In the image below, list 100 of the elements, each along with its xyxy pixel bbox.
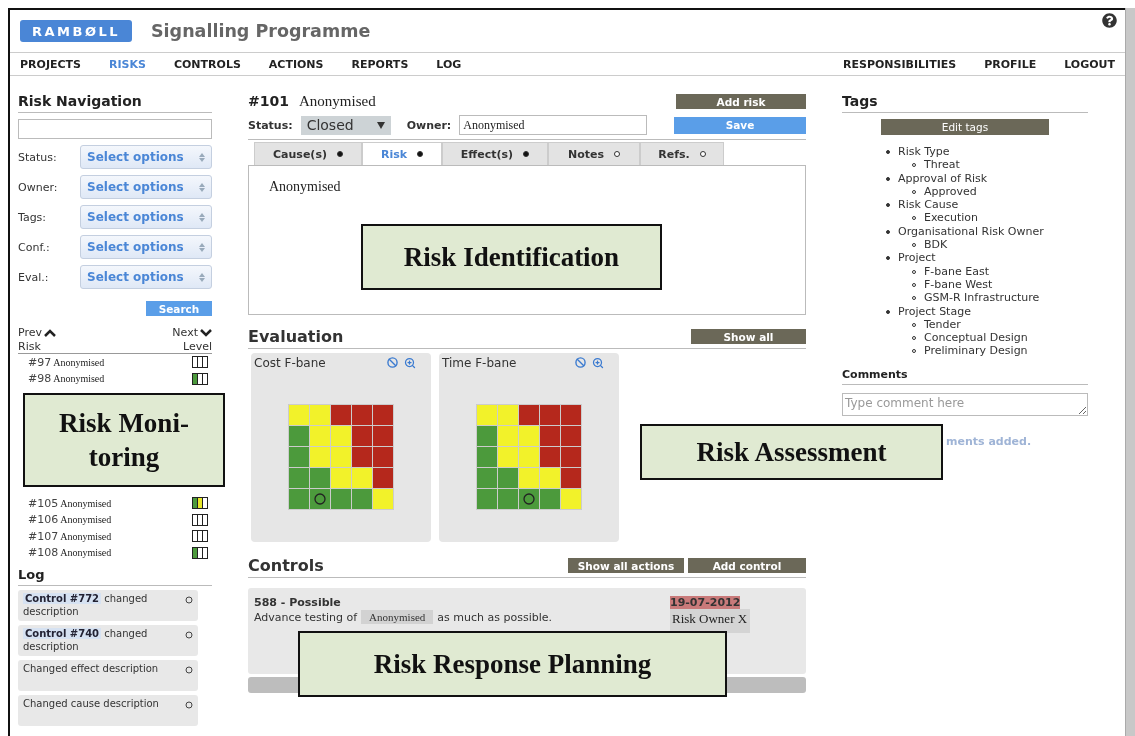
caret-icon xyxy=(376,121,385,129)
add-risk-button[interactable]: Add risk xyxy=(676,94,806,109)
owner-label: Risk Owner X xyxy=(670,609,750,633)
circle-icon xyxy=(185,666,193,674)
app-title: Signalling Programme xyxy=(151,21,371,41)
edit-tags-button[interactable]: Edit tags xyxy=(881,119,1049,135)
tab[interactable]: Refs. xyxy=(640,142,724,165)
chevron-up-icon xyxy=(44,328,56,337)
tag-value: Tender xyxy=(924,317,961,331)
comments-note: ments added. xyxy=(946,434,1033,448)
tag-group: Project Stage xyxy=(898,304,971,318)
circle-icon xyxy=(185,596,193,604)
tag-value: Approved xyxy=(924,184,977,198)
level-icon xyxy=(192,546,208,559)
tag-value: Execution xyxy=(924,211,978,225)
tag-value: GSM-R Infrastructure xyxy=(924,291,1040,305)
risk-link[interactable]: #107 Anonymised xyxy=(28,529,112,543)
show-all-button[interactable]: Show all xyxy=(691,329,806,344)
tab[interactable]: Cause(s) xyxy=(254,142,362,165)
tag-value: BDK xyxy=(924,238,948,252)
ban-icon[interactable] xyxy=(575,357,586,368)
tab[interactable]: Notes xyxy=(548,142,640,165)
tag-value: Conceptual Design xyxy=(924,331,1028,345)
section-title: Log xyxy=(18,567,212,586)
section-title: Risk Navigation xyxy=(18,93,212,113)
level-icon xyxy=(192,513,208,526)
control-text: Advance testing of xyxy=(254,610,358,624)
annotation-tooltip: Risk Assessment xyxy=(640,424,943,480)
log-text: Control #772 changed description xyxy=(23,592,149,618)
risk-text: Anonymised xyxy=(269,179,341,194)
circle-icon xyxy=(185,701,193,709)
section-title: Comments xyxy=(842,367,1088,385)
level-icon xyxy=(192,356,208,369)
column-header: Level xyxy=(182,340,212,353)
menu-item[interactable]: RISKS xyxy=(109,57,146,71)
risk-name: Anonymised xyxy=(298,93,376,110)
menu-item[interactable]: PROJECTS xyxy=(20,57,81,71)
tag-group: Project xyxy=(898,251,936,265)
date: 19-07-2012 xyxy=(670,596,741,609)
tag-group: Risk Type xyxy=(898,145,950,158)
control-text: as much as possible. xyxy=(437,610,552,624)
risk-link[interactable]: #105 Anonymised xyxy=(28,496,112,510)
field-label: Status: xyxy=(248,118,293,132)
control-title: 588 - Possible xyxy=(254,596,342,609)
panel-title: Cost F-bane xyxy=(254,356,326,370)
risk-number: #101 xyxy=(248,93,289,109)
filter-label: Eval.: xyxy=(18,270,49,284)
section-title: Evaluation xyxy=(248,327,344,346)
zoom-icon[interactable] xyxy=(592,357,604,369)
updown-icon xyxy=(199,272,205,282)
filter-label: Tags: xyxy=(18,210,47,224)
level-icon xyxy=(192,497,208,510)
menu-item[interactable]: RESPONSIBILITIES xyxy=(843,57,957,71)
tab[interactable]: Risk xyxy=(362,142,442,165)
help-icon[interactable] xyxy=(1102,13,1117,28)
risk-link[interactable]: #108 Anonymised xyxy=(28,546,112,560)
prev-link[interactable]: Prev xyxy=(18,326,56,339)
scrollbar[interactable] xyxy=(1125,8,1135,736)
zoom-icon[interactable] xyxy=(404,357,416,369)
level-icon xyxy=(192,372,208,385)
risk-link[interactable]: #106 Anonymised xyxy=(28,513,112,527)
menu-item[interactable]: LOG xyxy=(436,57,462,71)
next-link[interactable]: Next xyxy=(172,326,212,339)
section-title: Controls xyxy=(248,556,324,575)
tag-group: Risk Cause xyxy=(898,198,959,212)
chevron-down-icon xyxy=(200,328,212,337)
risk-link[interactable]: #98 Anonymised xyxy=(28,372,105,386)
tag-group: Organisational Risk Owner xyxy=(898,224,1044,238)
log-text: Changed effect description xyxy=(23,662,160,675)
menu-item[interactable]: LOGOUT xyxy=(1064,57,1115,71)
tag-value: F-bane West xyxy=(924,277,993,291)
annotation-tooltip: Risk Moni- toring xyxy=(23,393,225,487)
circle-icon xyxy=(185,631,193,639)
risk-link[interactable]: #97 Anonymised xyxy=(28,355,105,369)
search-field[interactable] xyxy=(18,119,212,139)
panel-title: Time F-bane xyxy=(442,356,517,370)
tab[interactable]: Effect(s) xyxy=(442,142,548,165)
comment-field[interactable]: Type comment here xyxy=(842,392,1088,416)
action-button[interactable]: Show all actions xyxy=(568,558,684,573)
filter-label: Status: xyxy=(18,150,57,164)
section-title: Tags xyxy=(842,93,1088,113)
menu-item[interactable]: REPORTS xyxy=(351,57,409,71)
action-button[interactable]: Add control xyxy=(688,558,806,573)
tag-value: Preliminary Design xyxy=(924,344,1028,358)
owner-field[interactable]: Anonymised xyxy=(459,115,648,135)
menu-item[interactable]: PROFILE xyxy=(984,57,1037,71)
ban-icon[interactable] xyxy=(387,357,398,368)
annotation-tooltip: Risk Identification xyxy=(361,224,662,290)
menu-item[interactable]: CONTROLS xyxy=(173,57,241,71)
tag-value: F-bane East xyxy=(924,264,989,278)
field-label: Owner: xyxy=(406,118,452,132)
logo[interactable]: RAMBØLL xyxy=(20,20,132,42)
updown-icon xyxy=(199,182,205,192)
updown-icon xyxy=(199,212,205,222)
log-text: Changed cause description xyxy=(23,697,160,710)
filter-label: Owner: xyxy=(18,180,58,194)
updown-icon xyxy=(199,242,205,252)
level-icon xyxy=(192,530,208,543)
menu-item[interactable]: ACTIONS xyxy=(268,57,324,71)
status-select[interactable]: Closed xyxy=(300,115,391,135)
